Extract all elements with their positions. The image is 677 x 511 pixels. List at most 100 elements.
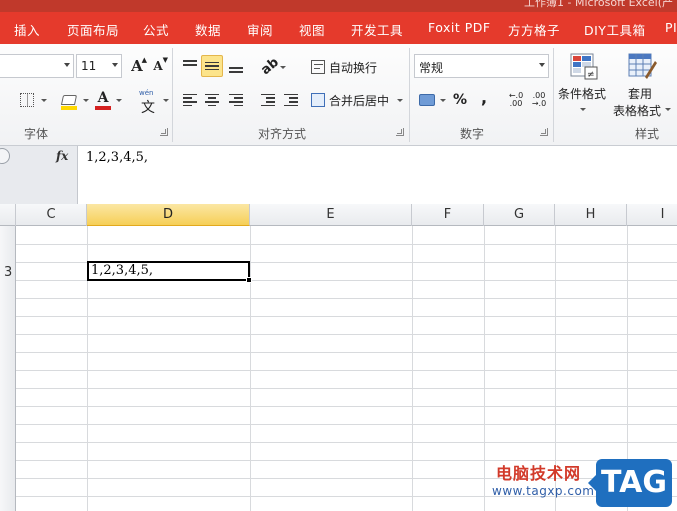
alignment-group-label: 对齐方式 <box>258 127 307 141</box>
align-top-icon <box>183 58 197 67</box>
comma-icon: , <box>480 87 488 107</box>
phonetic-button[interactable]: wén 文 <box>136 88 162 116</box>
formula-bar: fx 1,2,3,4,5, <box>0 146 677 204</box>
wrap-text-button[interactable]: 自动换行 <box>311 56 391 78</box>
tab-insert[interactable]: 插入 <box>14 20 40 39</box>
tab-developer[interactable]: 开发工具 <box>351 20 403 39</box>
font-color-button[interactable]: A <box>92 89 114 111</box>
tab-page-layout[interactable]: 页面布局 <box>67 20 119 39</box>
align-center-button[interactable] <box>201 89 223 111</box>
group-divider <box>409 48 410 142</box>
select-all-corner[interactable] <box>0 204 16 226</box>
comma-button[interactable]: , <box>473 87 495 111</box>
gridline <box>16 316 677 317</box>
insert-function-icon[interactable]: fx <box>56 149 68 163</box>
align-bottom-icon <box>229 65 243 74</box>
align-top-button[interactable] <box>179 55 201 77</box>
format-as-table-button[interactable] <box>624 49 660 83</box>
window-title: 工作簿1 - Microsoft Excel(产 <box>524 0 673 9</box>
fill-color-button[interactable] <box>58 89 80 111</box>
gridline <box>16 442 677 443</box>
align-middle-icon <box>205 60 219 73</box>
conditional-format-button[interactable]: ≠ <box>566 49 602 83</box>
orientation-button[interactable]: ab <box>258 54 281 77</box>
gridline <box>250 226 251 511</box>
gridline <box>16 244 677 245</box>
column-header-e[interactable]: E <box>250 204 412 226</box>
font-group-label: 字体 <box>24 127 49 141</box>
shrink-font-icon: A <box>153 59 163 73</box>
tab-view[interactable]: 视图 <box>299 20 325 39</box>
align-bottom-button[interactable] <box>225 55 247 77</box>
tab-pi[interactable]: PI <box>665 20 677 35</box>
border-button[interactable] <box>16 89 38 111</box>
format-as-table-label-line1: 套用 <box>628 87 653 101</box>
chevron-down-icon[interactable] <box>280 66 286 69</box>
chevron-down-icon[interactable] <box>163 99 169 102</box>
column-header-h[interactable]: H <box>555 204 627 226</box>
chevron-down-icon[interactable] <box>580 108 586 111</box>
tab-formulas[interactable]: 公式 <box>143 20 169 39</box>
grow-font-button[interactable]: A ▲ <box>126 55 148 77</box>
chevron-down-icon[interactable] <box>83 99 89 102</box>
shrink-font-button[interactable]: A ▼ <box>147 55 169 77</box>
align-middle-button[interactable] <box>201 55 223 77</box>
tab-fangfang[interactable]: 方方格子 <box>508 20 560 39</box>
group-divider <box>172 48 173 142</box>
increase-decimal-button[interactable]: ←.0.00 <box>505 89 527 111</box>
decrease-indent-button[interactable] <box>257 89 279 111</box>
chevron-down-icon[interactable] <box>397 99 403 102</box>
column-headers: C D E F G H I <box>0 204 677 226</box>
number-dialog-launcher[interactable] <box>540 128 548 136</box>
chevron-down-icon[interactable] <box>116 99 122 102</box>
paint-bucket-icon <box>60 95 78 105</box>
font-size-combo[interactable]: 11 <box>76 54 122 78</box>
chevron-down-icon[interactable] <box>440 99 446 102</box>
format-as-table-label-line2: 表格格式 <box>613 104 662 118</box>
alignment-dialog-launcher[interactable] <box>396 128 404 136</box>
gridline <box>16 352 677 353</box>
percent-icon: % <box>452 92 468 108</box>
formula-input[interactable]: 1,2,3,4,5, <box>78 146 677 204</box>
number-format-combo[interactable]: 常规 <box>414 54 549 78</box>
percent-button[interactable]: % <box>449 89 471 111</box>
active-cell-d3[interactable]: 1,2,3,4,5, <box>87 261 250 281</box>
name-box-area[interactable]: fx <box>0 146 78 204</box>
decrease-decimal-button[interactable]: .00 →.0 <box>528 89 550 111</box>
ribbon-tab-bar: 插入 页面布局 公式 数据 审阅 视图 开发工具 Foxit PDF 方方格子 … <box>0 12 677 44</box>
row-headers: 3 <box>0 226 16 511</box>
column-header-c[interactable]: C <box>16 204 87 226</box>
increase-indent-button[interactable] <box>280 89 302 111</box>
tab-diy-toolbox[interactable]: DIY工具箱 <box>584 20 645 39</box>
chevron-down-icon[interactable] <box>665 108 671 111</box>
merge-center-button[interactable]: 合并后居中 <box>311 89 407 111</box>
fill-handle[interactable] <box>246 277 252 283</box>
column-header-i[interactable]: I <box>627 204 677 226</box>
watermark-url: www.tagxp.com <box>492 484 595 498</box>
expand-circle-icon[interactable] <box>0 148 10 164</box>
font-color-icon: A <box>97 90 109 106</box>
align-left-button[interactable] <box>179 89 201 111</box>
font-size-value: 11 <box>81 59 97 73</box>
accounting-format-button[interactable] <box>416 89 438 111</box>
format-as-table-icon <box>628 53 657 79</box>
tab-foxit-pdf[interactable]: Foxit PDF <box>428 20 491 35</box>
currency-icon <box>419 94 435 106</box>
gridline <box>16 424 677 425</box>
column-header-d[interactable]: D <box>87 204 250 226</box>
column-header-g[interactable]: G <box>484 204 555 226</box>
row-header-3[interactable]: 3 <box>4 265 12 280</box>
align-right-button[interactable] <box>225 89 247 111</box>
gridline <box>412 226 413 511</box>
tab-review[interactable]: 审阅 <box>247 20 273 39</box>
column-header-f[interactable]: F <box>412 204 484 226</box>
gridline <box>16 406 677 407</box>
svg-text:≠: ≠ <box>587 70 595 80</box>
font-name-combo[interactable] <box>0 54 74 78</box>
ribbon: 11 A ▲ A ▼ A wén 文 字体 ab 自动换行 合并后居中 对齐方式… <box>0 44 677 146</box>
wrap-text-icon <box>311 60 325 74</box>
tab-data[interactable]: 数据 <box>195 20 221 39</box>
title-bar: 工作簿1 - Microsoft Excel(产 <box>0 0 677 12</box>
chevron-down-icon[interactable] <box>41 99 47 102</box>
font-dialog-launcher[interactable] <box>160 128 168 136</box>
